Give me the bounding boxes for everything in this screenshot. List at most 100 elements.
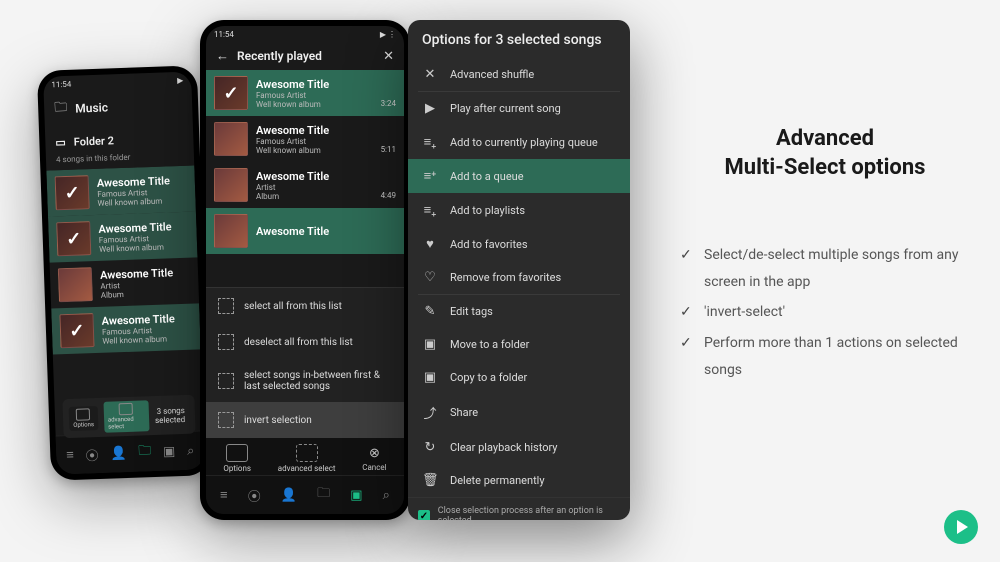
folder-name: Folder 2 <box>74 134 115 148</box>
options-button[interactable]: Options <box>223 444 251 473</box>
option-row[interactable]: ≡₊Add to playlists <box>408 193 630 227</box>
option-row[interactable]: ≡₊Add to currently playing queue <box>408 125 630 159</box>
album-art-thumb <box>55 175 90 210</box>
advanced-select-button[interactable]: advanced select <box>278 444 336 473</box>
nav-queue-icon[interactable]: ≡ <box>220 487 228 503</box>
option-row[interactable]: ▣Move to a folder <box>408 328 630 361</box>
song-album: Album <box>256 192 373 201</box>
option-row[interactable]: ♥Add to favorites <box>408 227 630 261</box>
back-icon[interactable]: ← <box>216 48 229 64</box>
song-row[interactable]: Awesome TitleArtistAlbum4:49 <box>206 162 404 208</box>
select-option-label: select songs in-between first & last sel… <box>244 370 392 392</box>
breadcrumb-bar: 🗀 Music <box>44 88 193 127</box>
song-duration: 4:49 <box>381 191 396 202</box>
folder-outline-icon: ▭ <box>55 136 66 149</box>
marketing-title: Advanced Multi-Select options <box>680 125 970 182</box>
status-time: 11:54 <box>214 30 234 39</box>
history-icon: ↻ <box>422 440 438 455</box>
select-option-row[interactable]: deselect all from this list <box>206 324 404 360</box>
option-label: Advanced shuffle <box>450 68 534 81</box>
marketing-copy: Advanced Multi-Select options Select/de-… <box>680 125 970 387</box>
select-option-label: select all from this list <box>244 301 342 312</box>
trash-icon: 🗑 <box>422 473 438 488</box>
song-duration: 3:24 <box>381 99 396 110</box>
select-option-label: deselect all from this list <box>244 337 353 348</box>
close-after-option-row[interactable]: ✓ Close selection process after an optio… <box>408 497 630 520</box>
option-row[interactable]: ⤴ Share <box>408 394 630 431</box>
nav-play-icon[interactable]: ⦿ <box>248 486 261 505</box>
app-play-badge-icon <box>944 510 978 544</box>
folder-icon: 🗀 <box>54 98 68 120</box>
option-row[interactable]: ✕ Advanced shuffle <box>408 58 630 91</box>
option-row[interactable]: ✎ Edit tags <box>408 295 630 328</box>
marketing-bullet: Perform more than 1 actions on selected … <box>680 330 970 383</box>
dashed-box-icon <box>218 412 234 428</box>
option-label: Delete permanently <box>450 474 545 487</box>
album-art-thumb <box>56 221 91 256</box>
advanced-select-button[interactable]: advanced select <box>103 400 149 433</box>
heart-icon: ♥ <box>422 236 438 252</box>
album-art-thumb <box>214 168 248 202</box>
song-album: Well known album <box>256 146 373 155</box>
option-label: Remove from favorites <box>450 271 561 284</box>
options-button[interactable]: Options <box>69 406 99 431</box>
option-row[interactable]: ≡⁺Add to a queue <box>408 159 630 193</box>
album-art-thumb <box>58 267 93 302</box>
song-row[interactable]: Awesome Title <box>206 208 404 254</box>
song-row[interactable]: Awesome TitleArtistAlbum <box>50 257 200 308</box>
select-option-label: invert selection <box>244 415 312 426</box>
album-art-thumb <box>214 76 248 110</box>
bottom-nav: ≡ ⦿ 👤 🗀 ▣ ⌕ <box>206 475 404 514</box>
nav-library-icon[interactable]: ▣ <box>163 444 176 459</box>
status-icons: ▶ <box>177 75 183 84</box>
album-art-thumb <box>59 313 94 348</box>
nav-library-icon[interactable]: ▣ <box>350 488 362 503</box>
heart-outline-icon: ♡ <box>422 270 438 285</box>
dashed-box-icon <box>218 373 234 389</box>
option-label: Add to a queue <box>450 170 524 183</box>
nav-folder-icon[interactable]: 🗀 <box>138 441 152 463</box>
option-row[interactable]: ▣Copy to a folder <box>408 361 630 394</box>
song-title: Awesome Title <box>256 170 373 183</box>
nav-play-icon[interactable]: ⦿ <box>85 445 99 464</box>
nav-search-icon[interactable]: ⌕ <box>383 488 390 503</box>
option-row[interactable]: ♡ Remove from favorites <box>408 261 630 294</box>
option-row[interactable]: ↻ Clear playback history <box>408 431 630 464</box>
song-artist: Famous Artist <box>256 91 373 100</box>
song-row[interactable]: Awesome TitleFamous ArtistWell known alb… <box>51 303 201 354</box>
option-label: Play after current song <box>450 102 561 115</box>
select-option-row[interactable]: select songs in-between first & last sel… <box>206 360 404 402</box>
marketing-bullet: 'invert-select' <box>680 299 970 326</box>
shuffle-icon: ✕ <box>422 67 438 82</box>
nav-artist-icon[interactable]: 👤 <box>110 446 127 462</box>
option-row[interactable]: 🗑 Delete permanently <box>408 464 630 497</box>
nav-search-icon[interactable]: ⌕ <box>187 443 195 458</box>
song-row[interactable]: Awesome TitleFamous ArtistWell known alb… <box>48 211 198 262</box>
option-label: Edit tags <box>450 305 493 318</box>
select-option-row[interactable]: invert selection <box>206 402 404 438</box>
status-icons: ▶ ⋮ <box>380 30 396 39</box>
nav-folder-icon[interactable]: 🗀 <box>317 484 330 506</box>
status-time: 11:54 <box>51 79 71 89</box>
option-label: Clear playback history <box>450 441 558 454</box>
song-title: Awesome Title <box>256 78 373 91</box>
marketing-bullet: Select/de-select multiple songs from any… <box>680 242 970 295</box>
cancel-button[interactable]: ⊗ Cancel <box>362 446 386 472</box>
checkbox-checked-icon[interactable]: ✓ <box>418 510 430 521</box>
pencil-icon: ✎ <box>422 304 438 319</box>
song-list: Awesome TitleFamous ArtistWell known alb… <box>206 70 404 287</box>
song-row[interactable]: Awesome TitleFamous ArtistWell known alb… <box>206 116 404 162</box>
option-label: Share <box>450 406 478 419</box>
shuffle-icon[interactable]: ✕ <box>383 49 394 64</box>
nav-queue-icon[interactable]: ≡ <box>66 447 74 463</box>
share-icon: ⤴ <box>422 403 438 422</box>
play-next-icon: ▶ <box>422 101 438 116</box>
nav-artist-icon[interactable]: 👤 <box>281 488 297 503</box>
select-option-row[interactable]: select all from this list <box>206 288 404 324</box>
option-row[interactable]: ▶ Play after current song <box>408 92 630 125</box>
song-album: Well known album <box>256 100 373 109</box>
album-art-thumb <box>214 214 248 248</box>
song-row[interactable]: Awesome TitleFamous ArtistWell known alb… <box>206 70 404 116</box>
song-row[interactable]: Awesome TitleFamous ArtistWell known alb… <box>46 165 196 216</box>
close-after-option-label: Close selection process after an option … <box>438 506 620 520</box>
